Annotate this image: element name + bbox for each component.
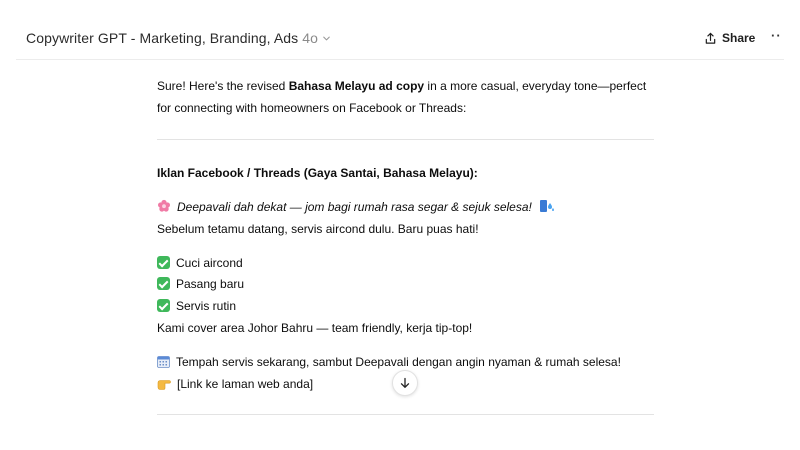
arrow-down-icon: [400, 377, 410, 388]
pointing-hand-icon: [157, 380, 171, 390]
service-item: Cuci aircond: [157, 253, 243, 274]
check-mark-button-icon: [157, 299, 170, 312]
share-icon: [705, 32, 716, 44]
share-button[interactable]: Share: [704, 31, 755, 45]
conversation-header: Copywriter GPT - Marketing, Branding, Ad…: [0, 0, 800, 60]
coverage-line: Kami cover area Johor Bahru — team frien…: [157, 321, 473, 335]
service-item: Servis rutin: [157, 296, 236, 317]
share-label: Share: [722, 31, 756, 45]
calendar-icon: [157, 356, 170, 368]
flower-icon: [158, 199, 170, 212]
intro-line-1: Sure! Here's the revised Bahasa Melayu a…: [157, 76, 646, 97]
gpt-title: Copywriter GPT - Marketing, Branding, Ad…: [26, 30, 299, 46]
divider: [157, 414, 654, 415]
intro-text: Sure! Here's the revised: [157, 79, 289, 93]
cta-line: Tempah servis sekarang, sambut Deepavali…: [157, 352, 621, 373]
link-line: [Link ke laman web anda]: [157, 374, 313, 395]
intro-line-2: for connecting with homeowners on Facebo…: [157, 101, 467, 115]
headline-text: Deepavali dah dekat — jom bagi rumah ras…: [177, 200, 532, 214]
chevron-down-icon: [323, 36, 330, 41]
subline: Sebelum tetamu datang, servis aircond du…: [157, 222, 479, 236]
check-mark-button-icon: [157, 256, 170, 269]
service-item: Pasang baru: [157, 274, 244, 295]
more-options-button[interactable]: ··: [771, 28, 782, 43]
model-label: 4o: [302, 30, 318, 46]
scroll-to-bottom-button[interactable]: [392, 370, 418, 396]
header-divider: [16, 59, 784, 60]
intro-text-cont: in a more casual, everyday tone—perfect: [424, 79, 647, 93]
headline-line: Deepavali dah dekat — jom bagi rumah ras…: [157, 197, 555, 218]
section-heading: Iklan Facebook / Threads (Gaya Santai, B…: [157, 166, 478, 180]
intro-bold-text: Bahasa Melayu ad copy: [288, 79, 425, 93]
gpt-title-dropdown[interactable]: Copywriter GPT - Marketing, Branding, Ad…: [26, 30, 332, 46]
droplets-icon: [540, 200, 555, 212]
check-mark-button-icon: [157, 277, 170, 290]
divider: [157, 139, 654, 140]
